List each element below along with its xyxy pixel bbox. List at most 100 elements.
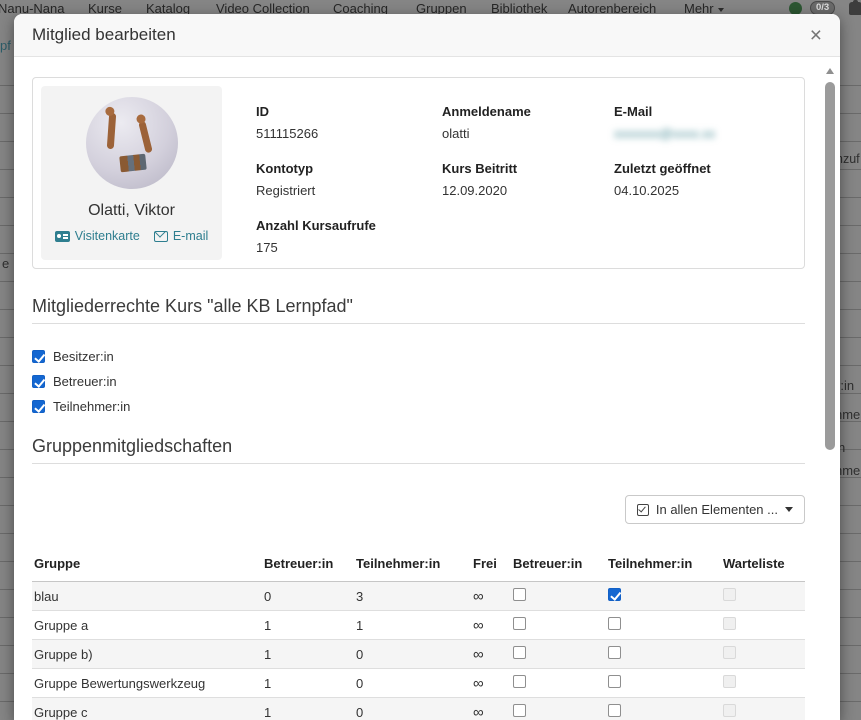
close-icon[interactable]: ×: [810, 25, 822, 46]
warteliste-checkbox: [723, 617, 736, 630]
betreuer-count: 0: [264, 589, 356, 604]
envelope-icon: [154, 231, 168, 242]
email-value-redacted: xxxxxxx@xxxx.xx: [614, 126, 804, 141]
frei-value: ∞: [473, 588, 513, 605]
in-allen-elementen-button[interactable]: In allen Elementen ...: [625, 495, 805, 524]
avatar-figure: [106, 113, 115, 149]
teilnehmer-count: 0: [356, 647, 473, 662]
warteliste-checkbox: [723, 588, 736, 601]
betreuer-checkbox[interactable]: [513, 588, 526, 601]
kurs-beitritt-label: Kurs Beitritt: [442, 161, 614, 176]
teilnehmer-checkbox[interactable]: [608, 646, 621, 659]
col-teilnehmer-count: Teilnehmer:in: [356, 556, 473, 571]
warteliste-checkbox: [723, 704, 736, 717]
col-gruppe: Gruppe: [32, 556, 264, 571]
info-column: ID 511115266 Kontotyp Registriert Anzahl…: [256, 104, 442, 268]
nav-count-badge[interactable]: 0/3: [810, 1, 835, 15]
teilnehmer-checkbox[interactable]: [608, 588, 621, 601]
teilnehmer-count: 1: [356, 618, 473, 633]
warteliste-checkbox: [723, 646, 736, 659]
groups-section-title: Gruppenmitgliedschaften: [32, 436, 805, 464]
id-label: ID: [256, 104, 442, 119]
kurs-beitritt-value: 12.09.2020: [442, 183, 614, 198]
table-row: Gruppe Bewertungswerkzeug 1 0 ∞: [32, 669, 805, 698]
frei-value: ∞: [473, 675, 513, 692]
teilnehmer-checkbox[interactable]: [608, 617, 621, 630]
betreuer-checkbox[interactable]: [513, 646, 526, 659]
scrollbar-thumb[interactable]: [825, 82, 835, 450]
betreuer-count: 1: [264, 647, 356, 662]
group-name: blau: [32, 589, 264, 604]
chevron-down-icon: [718, 8, 724, 12]
bulk-action-row: In allen Elementen ...: [32, 495, 805, 524]
scroll-up-icon[interactable]: [826, 68, 834, 74]
betreuer-count: 1: [264, 705, 356, 720]
table-row: blau 0 3 ∞: [32, 582, 805, 611]
id-value: 511115266: [256, 126, 442, 141]
rights-section-title: Mitgliederrechte Kurs "alle KB Lernpfad": [32, 296, 805, 324]
modal-header: Mitglied bearbeiten ×: [14, 14, 840, 57]
betreuer-checkbox[interactable]: [32, 375, 45, 388]
kontotyp-label: Kontotyp: [256, 161, 442, 176]
avatar: [86, 97, 178, 189]
betreuer-checkbox[interactable]: [513, 617, 526, 630]
table-row: Gruppe a 1 1 ∞: [32, 611, 805, 640]
group-membership-table: Gruppe Betreuer:in Teilnehmer:in Frei Be…: [32, 552, 805, 720]
modal-body: Olatti, Viktor Visitenkarte E-mail: [14, 58, 840, 720]
group-name: Gruppe Bewertungswerkzeug: [32, 676, 264, 691]
visitenkarte-link-label: Visitenkarte: [75, 229, 140, 243]
chevron-down-icon: [785, 507, 793, 512]
in-allen-elementen-label: In allen Elementen ...: [656, 502, 778, 517]
modal-title: Mitglied bearbeiten: [32, 25, 176, 45]
teilnehmer-count: 0: [356, 705, 473, 720]
betreuer-count: 1: [264, 618, 356, 633]
col-teilnehmer-cb: Teilnehmer:in: [608, 556, 723, 571]
checkbox-row-betreuer: Betreuer:in: [32, 374, 805, 389]
betreuer-count: 1: [264, 676, 356, 691]
teilnehmer-checkbox[interactable]: [32, 400, 45, 413]
zuletzt-geoeffnet-label: Zuletzt geöffnet: [614, 161, 804, 176]
teilnehmer-count: 0: [356, 676, 473, 691]
frei-value: ∞: [473, 646, 513, 663]
teilnehmer-checkbox[interactable]: [608, 675, 621, 688]
betreuer-checkbox[interactable]: [513, 704, 526, 717]
edit-member-modal: Mitglied bearbeiten × Olatti, Viktor: [14, 14, 840, 720]
profile-panel: Olatti, Viktor Visitenkarte E-mail: [41, 86, 222, 260]
rights-checkbox-group: Besitzer:in Betreuer:in Teilnehmer:in: [32, 349, 805, 414]
member-name: Olatti, Viktor: [88, 202, 175, 220]
besitzer-checkbox[interactable]: [32, 350, 45, 363]
anmeldename-label: Anmeldename: [442, 104, 614, 119]
anmeldename-value: olatti: [442, 126, 614, 141]
teilnehmer-count: 3: [356, 589, 473, 604]
kursaufrufe-value: 175: [256, 240, 442, 255]
modal-scrollbar[interactable]: [824, 62, 837, 720]
email-link[interactable]: E-mail: [154, 229, 208, 243]
user-icon[interactable]: [849, 2, 861, 15]
background-fragment: pf: [0, 38, 11, 53]
avatar-figure: [138, 121, 153, 154]
kontotyp-value: Registriert: [256, 183, 442, 198]
col-betreuer-cb: Betreuer:in: [513, 556, 608, 571]
group-name: Gruppe a: [32, 618, 264, 633]
profile-links: Visitenkarte E-mail: [55, 229, 209, 243]
col-betreuer-count: Betreuer:in: [264, 556, 356, 571]
avatar-figure: [119, 154, 147, 173]
teilnehmer-checkbox[interactable]: [608, 704, 621, 717]
checkbox-row-besitzer: Besitzer:in: [32, 349, 805, 364]
col-warteliste: Warteliste: [723, 556, 805, 571]
besitzer-label: Besitzer:in: [53, 349, 114, 364]
visitenkarte-link[interactable]: Visitenkarte: [55, 229, 140, 243]
group-name: Gruppe b): [32, 647, 264, 662]
frei-value: ∞: [473, 617, 513, 634]
zuletzt-geoeffnet-value: 04.10.2025: [614, 183, 804, 198]
info-column: E-Mail xxxxxxx@xxxx.xx Zuletzt geöffnet …: [614, 104, 804, 268]
betreuer-checkbox[interactable]: [513, 675, 526, 688]
teilnehmer-label: Teilnehmer:in: [53, 399, 130, 414]
member-profile-card: Olatti, Viktor Visitenkarte E-mail: [32, 77, 805, 269]
frei-value: ∞: [473, 704, 513, 720]
warteliste-checkbox: [723, 675, 736, 688]
page: Nanu-Nana Kurse Katalog Video Collection…: [0, 0, 861, 720]
email-label: E-Mail: [614, 104, 804, 119]
checkbox-row-teilnehmer: Teilnehmer:in: [32, 399, 805, 414]
info-column: Anmeldename olatti Kurs Beitritt 12.09.2…: [442, 104, 614, 268]
